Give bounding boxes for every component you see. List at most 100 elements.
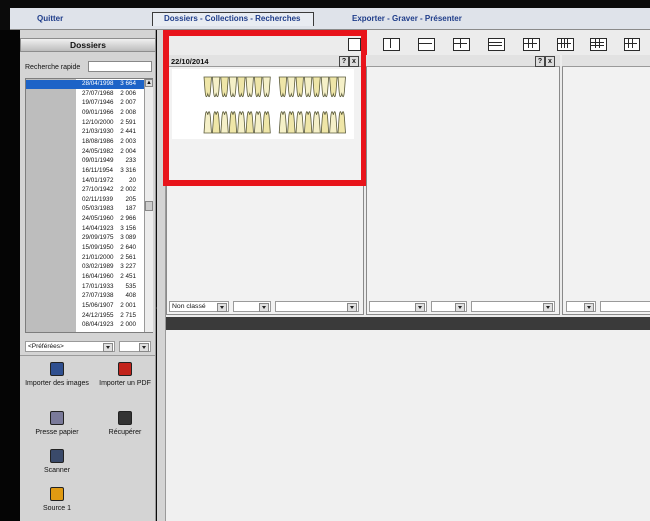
folder-date: 14/04/1923 [82, 224, 114, 232]
panel-2 [366, 55, 560, 315]
menu-bar [10, 8, 650, 30]
chevron-down-icon[interactable] [415, 303, 425, 312]
folder-list-row[interactable]: 14/04/1923 3 156 [26, 225, 144, 234]
folder-number: 2 002 [120, 186, 136, 194]
folder-list-scrollbar[interactable]: ▲ [144, 79, 153, 332]
panel-2-classification-select[interactable] [369, 301, 427, 312]
preferences-select-value: <Préférées> [28, 343, 64, 350]
chevron-down-icon[interactable] [139, 343, 149, 352]
folder-list-row[interactable]: 08/04/1923 2 000 [26, 321, 144, 330]
folder-list-rows: 28/04/1998 3 664 27/07/1968 2 006 19/07/1946… [26, 80, 144, 332]
folder-number: 2 007 [120, 99, 136, 107]
folder-date: 16/04/1960 [82, 273, 114, 280]
layout-grid-nine-icon[interactable] [590, 38, 607, 51]
folder-number: 2 006 [120, 89, 136, 97]
chevron-down-icon[interactable] [259, 303, 269, 312]
chevron-down-icon[interactable] [455, 303, 465, 312]
panel-2-option-select[interactable] [431, 301, 467, 312]
folder-list-row[interactable]: 19/07/1946 2 007 [26, 99, 144, 108]
folder-list-row[interactable]: 27/10/1942 2 002 [26, 186, 144, 195]
panel-2-help-button[interactable]: ? [535, 56, 545, 67]
panel-1-option-select[interactable] [233, 301, 271, 312]
layout-grid-eight-icon[interactable] [557, 38, 574, 51]
recover-icon[interactable] [118, 411, 132, 425]
scanner-icon[interactable] [50, 449, 64, 463]
folder-date: 16/11/1954 [82, 166, 114, 174]
panel-3-classification-select[interactable] [566, 301, 596, 312]
folder-number: 187 [125, 205, 136, 213]
export-menu[interactable]: Exporter - Graver - Présenter [352, 14, 462, 23]
folder-list-row[interactable]: 09/01/1966 2 008 [26, 109, 144, 118]
scroll-up-icon[interactable]: ▲ [145, 79, 153, 87]
folder-list-row[interactable]: 28/04/1998 3 664 [26, 80, 144, 89]
folder-number: 3 316 [120, 166, 136, 174]
folder-list-row[interactable]: 27/07/1968 2 006 [26, 90, 144, 99]
pdf-icon[interactable] [118, 362, 132, 376]
sidebar-title: Dossiers [70, 40, 106, 50]
folder-list-row[interactable]: 24/05/1982 2 004 [26, 148, 144, 157]
panel-3-option-select[interactable] [600, 301, 650, 312]
panel-2-header: ? x [366, 55, 560, 67]
chevron-down-icon[interactable] [103, 343, 113, 352]
layout-rows-three-icon[interactable] [488, 38, 505, 51]
folder-date: 17/01/1933 [82, 282, 114, 290]
folder-number: 3 156 [120, 224, 136, 232]
folder-list-row[interactable]: 14/01/1972 20 [26, 177, 144, 186]
folder-list-row[interactable]: 09/01/1949 233 [26, 157, 144, 166]
folder-number: 2 640 [120, 244, 136, 252]
layout-grid-four-icon[interactable] [453, 38, 470, 51]
folder-list-row[interactable]: 21/03/1930 2 441 [26, 128, 144, 137]
folder-number: 20 [128, 176, 136, 184]
chevron-down-icon[interactable] [543, 303, 553, 312]
folder-number: 2 451 [120, 273, 136, 280]
folder-list-row[interactable]: 03/02/1989 3 227 [26, 263, 144, 272]
panel-2-close-button[interactable]: x [545, 56, 555, 67]
layout-grid-six-icon[interactable] [523, 38, 540, 51]
folder-list-row[interactable]: 15/09/1950 2 640 [26, 244, 144, 253]
folder-date: 24/05/1982 [82, 147, 114, 155]
panel-1-tag-select[interactable] [275, 301, 359, 312]
folder-list-row[interactable]: 15/06/1907 2 001 [26, 302, 144, 311]
folder-list-row[interactable]: 21/01/2000 2 561 [26, 254, 144, 263]
quit-menu[interactable]: Quitter [37, 14, 63, 23]
folder-date: 03/02/1989 [82, 263, 114, 271]
folder-number: 2 441 [120, 128, 136, 136]
folder-number: 233 [125, 157, 136, 165]
folder-list-row[interactable]: 29/09/1975 3 089 [26, 234, 144, 243]
preferences-select[interactable]: <Préférées> [25, 341, 115, 352]
folder-list-row[interactable]: 12/10/2000 2 591 [26, 119, 144, 128]
clipboard-icon[interactable] [50, 411, 64, 425]
sidebar-divider [20, 355, 156, 356]
chevron-down-icon[interactable] [347, 303, 357, 312]
folder-list-row[interactable]: 24/12/1955 2 715 [26, 312, 144, 321]
panels-separator-bar [166, 317, 650, 330]
folder-number: 408 [125, 292, 136, 300]
scroll-thumb[interactable] [145, 201, 153, 211]
folder-list-row[interactable]: 18/08/1986 2 003 [26, 138, 144, 147]
folder-list-row[interactable]: 17/01/1933 535 [26, 283, 144, 292]
highlight-box [163, 30, 367, 186]
layout-grid-twelve-icon[interactable] [624, 38, 640, 51]
folder-list-row[interactable]: 27/07/1938 408 [26, 292, 144, 301]
quick-search-input[interactable] [88, 61, 152, 72]
folder-list-row[interactable]: 16/04/1960 2 451 [26, 273, 144, 282]
folder-list-row[interactable]: 02/11/1939 205 [26, 196, 144, 205]
folder-number: 2 004 [120, 147, 136, 155]
folder-date: 27/07/1938 [82, 292, 114, 300]
panel-2-tag-select[interactable] [471, 301, 555, 312]
panel-1-classification-select[interactable]: Non classé [169, 301, 229, 312]
chevron-down-icon[interactable] [584, 303, 594, 312]
folder-list-row[interactable]: 24/05/1960 2 966 [26, 215, 144, 224]
chevron-down-icon[interactable] [217, 303, 227, 312]
layout-two-rows-icon[interactable] [418, 38, 435, 51]
folder-number: 2 000 [120, 321, 136, 329]
tab-dossiers-label: Dossiers - Collections - Recherches [164, 14, 301, 23]
quick-search-label: Recherche rapide [25, 64, 81, 71]
folder-list-row[interactable]: 16/11/1954 3 316 [26, 167, 144, 176]
tool-label: Source 1 [42, 505, 72, 512]
preferences-secondary-select[interactable] [119, 341, 151, 352]
folder-list-row[interactable]: 05/03/1983 187 [26, 205, 144, 214]
floppy-disk-icon[interactable] [50, 362, 64, 376]
layout-two-columns-icon[interactable] [383, 38, 400, 51]
camera-icon[interactable] [50, 487, 64, 501]
